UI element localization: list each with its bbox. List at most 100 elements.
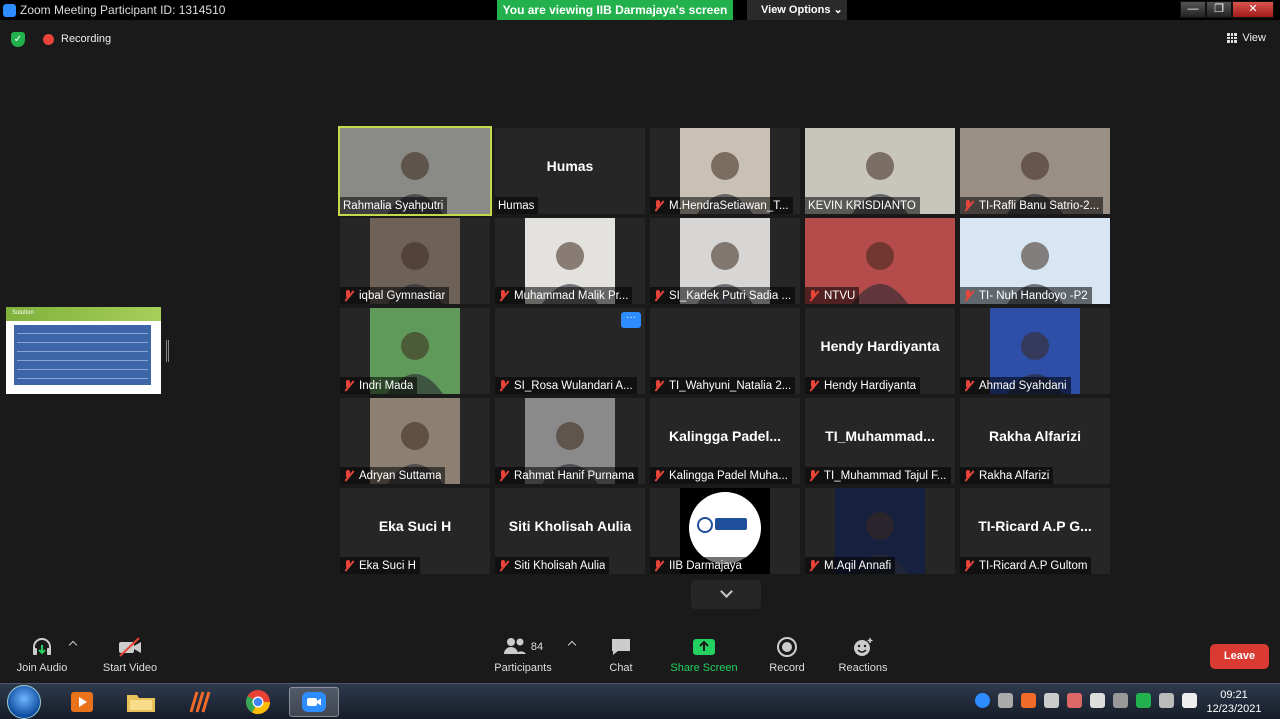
- muted-mic-icon: [343, 469, 355, 482]
- participant-tile[interactable]: iqbal Gymnastiar: [340, 218, 490, 304]
- network-tray-icon[interactable]: [1044, 693, 1059, 708]
- reactions-label: Reactions: [838, 662, 888, 674]
- participant-name-label: Adryan Suttama: [340, 467, 446, 484]
- participant-name-label: Indri Mada: [340, 377, 418, 394]
- participant-name-label: TI-Ricard A.P Gultom: [960, 557, 1092, 574]
- winamp-tray-icon[interactable]: [1021, 693, 1036, 708]
- participant-name-label: Siti Kholisah Aulia: [495, 557, 610, 574]
- participant-display-name: TI_Muhammad...: [825, 428, 935, 444]
- participant-name: Rakha Alfarizi: [979, 469, 1050, 482]
- chrome-icon[interactable]: [233, 687, 283, 717]
- file-explorer-icon[interactable]: [116, 687, 166, 717]
- participant-tile[interactable]: IIB Darmajaya: [650, 488, 800, 574]
- participant-tile[interactable]: ··· SI_Rosa Wulandari A...: [495, 308, 645, 394]
- participant-tile[interactable]: M.Aqil Annafi: [805, 488, 955, 574]
- maximize-button[interactable]: ❐: [1206, 1, 1232, 18]
- participant-tile[interactable]: KEVIN KRISDIANTO: [805, 128, 955, 214]
- participant-tile[interactable]: Humas Humas: [495, 128, 645, 214]
- participant-tile[interactable]: Indri Mada: [340, 308, 490, 394]
- muted-mic-icon: [963, 289, 975, 302]
- participant-gallery: Rahmalia Syahputri Humas Humas M.HendraSeti…: [338, 126, 1110, 574]
- participant-name: Siti Kholisah Aulia: [514, 559, 606, 572]
- participant-tile[interactable]: TI-Rafli Banu Satrio-2...: [960, 128, 1110, 214]
- muted-mic-icon: [343, 379, 355, 392]
- participant-tile[interactable]: TI-Ricard A.P G... TI-Ricard A.P Gultom: [960, 488, 1110, 574]
- participant-tile[interactable]: Hendy Hardiyanta Hendy Hardiyanta: [805, 308, 955, 394]
- participant-name: TI- Nuh Handoyo -P2: [979, 289, 1088, 302]
- participant-name-label: Rakha Alfarizi: [960, 467, 1054, 484]
- chat-button[interactable]: Chat: [598, 636, 644, 674]
- participant-name: SI_Kadek Putri Sadia ...: [669, 289, 792, 302]
- participant-name-label: Rahmat Hanif Purnama: [495, 467, 639, 484]
- nvidia-tray-icon[interactable]: [1136, 693, 1151, 708]
- participant-tile[interactable]: TI_Muhammad... TI_Muhammad Tajul F...: [805, 398, 955, 484]
- leave-button[interactable]: Leave: [1210, 644, 1269, 669]
- participant-name-label: Humas: [495, 197, 539, 214]
- close-button[interactable]: ✕: [1232, 1, 1274, 18]
- participant-name: TI_Muhammad Tajul F...: [824, 469, 947, 482]
- splitter-handle[interactable]: [166, 340, 169, 362]
- reactions-button[interactable]: Reactions: [834, 636, 892, 674]
- view-options-label: View Options: [761, 4, 831, 16]
- participant-display-name: Siti Kholisah Aulia: [508, 518, 632, 534]
- view-button[interactable]: View: [1227, 32, 1266, 44]
- participant-tile[interactable]: Rahmat Hanif Purnama: [495, 398, 645, 484]
- volume-icon[interactable]: [1182, 693, 1197, 708]
- muted-mic-icon: [498, 289, 510, 302]
- audio-options-caret[interactable]: [68, 640, 78, 650]
- flag-tray-icon[interactable]: [1090, 693, 1105, 708]
- meeting-toolbar: Join Audio Start Video 84 Participants C…: [0, 628, 1280, 683]
- muted-mic-icon: [653, 289, 665, 302]
- participants-options-caret[interactable]: [567, 640, 577, 650]
- join-audio-button[interactable]: Join Audio: [14, 636, 70, 674]
- system-tray: [975, 693, 1197, 708]
- participant-name-label: TI-Rafli Banu Satrio-2...: [960, 197, 1104, 214]
- encryption-shield-icon[interactable]: ✓: [11, 32, 25, 47]
- chevron-down-icon: [719, 585, 733, 598]
- participant-tile[interactable]: Kalingga Padel... Kalingga Padel Muha...: [650, 398, 800, 484]
- tool-tray-icon[interactable]: [998, 693, 1013, 708]
- participant-name: M.HendraSetiawan_T...: [669, 199, 789, 212]
- participant-tile[interactable]: Siti Kholisah Aulia Siti Kholisah Aulia: [495, 488, 645, 574]
- participant-tile[interactable]: Rahmalia Syahputri: [338, 126, 492, 216]
- viewing-screen-banner: You are viewing IIB Darmajaya's screen: [497, 0, 733, 20]
- muted-mic-icon: [963, 379, 975, 392]
- participant-tile[interactable]: Eka Suci H Eka Suci H: [340, 488, 490, 574]
- share-screen-button[interactable]: Share Screen: [668, 636, 740, 674]
- participant-tile[interactable]: TI_Wahyuni_Natalia 2...: [650, 308, 800, 394]
- participant-name-label: M.HendraSetiawan_T...: [650, 197, 793, 214]
- participant-tile[interactable]: NTVU: [805, 218, 955, 304]
- participant-tile[interactable]: Ahmad Syahdani: [960, 308, 1110, 394]
- participant-tile[interactable]: M.HendraSetiawan_T...: [650, 128, 800, 214]
- app-tray-icon[interactable]: [1067, 693, 1082, 708]
- participant-display-name: Eka Suci H: [378, 518, 452, 534]
- display-tray-icon[interactable]: [1159, 693, 1174, 708]
- participants-button[interactable]: 84 Participants: [490, 636, 556, 674]
- minimize-button[interactable]: —: [1180, 1, 1206, 18]
- zoom-taskbar-icon[interactable]: [289, 687, 339, 717]
- start-video-button[interactable]: Start Video: [100, 636, 160, 674]
- participant-tile[interactable]: Rakha Alfarizi Rakha Alfarizi: [960, 398, 1110, 484]
- participant-name-label: TI_Muhammad Tajul F...: [805, 467, 951, 484]
- taskbar-clock[interactable]: 09:21 12/23/2021: [1200, 688, 1268, 716]
- participant-tile[interactable]: Muhammad Malik Pr...: [495, 218, 645, 304]
- media-player-icon[interactable]: [57, 687, 107, 717]
- muted-mic-icon: [343, 289, 355, 302]
- muted-mic-icon: [498, 469, 510, 482]
- gallery-next-page-button[interactable]: [691, 580, 761, 609]
- view-options-button[interactable]: View Options ⌄: [747, 0, 847, 20]
- zoom-tray-icon[interactable]: [975, 693, 990, 708]
- security-tray-icon[interactable]: [1113, 693, 1128, 708]
- participant-tile[interactable]: SI_Kadek Putri Sadia ...: [650, 218, 800, 304]
- winamp-app-icon[interactable]: [175, 687, 225, 717]
- participant-tile[interactable]: Adryan Suttama: [340, 398, 490, 484]
- participant-display-name: Kalingga Padel...: [668, 428, 782, 444]
- shared-screen-thumbnail[interactable]: Solution: [6, 307, 161, 394]
- record-button[interactable]: Record: [764, 636, 810, 674]
- windows-start-icon[interactable]: [7, 685, 41, 719]
- participant-name-label: Ahmad Syahdani: [960, 377, 1071, 394]
- participant-tile[interactable]: TI- Nuh Handoyo -P2: [960, 218, 1110, 304]
- participant-name-label: TI_Wahyuni_Natalia 2...: [650, 377, 796, 394]
- participant-name: Eka Suci H: [359, 559, 416, 572]
- more-options-button[interactable]: ···: [621, 312, 641, 328]
